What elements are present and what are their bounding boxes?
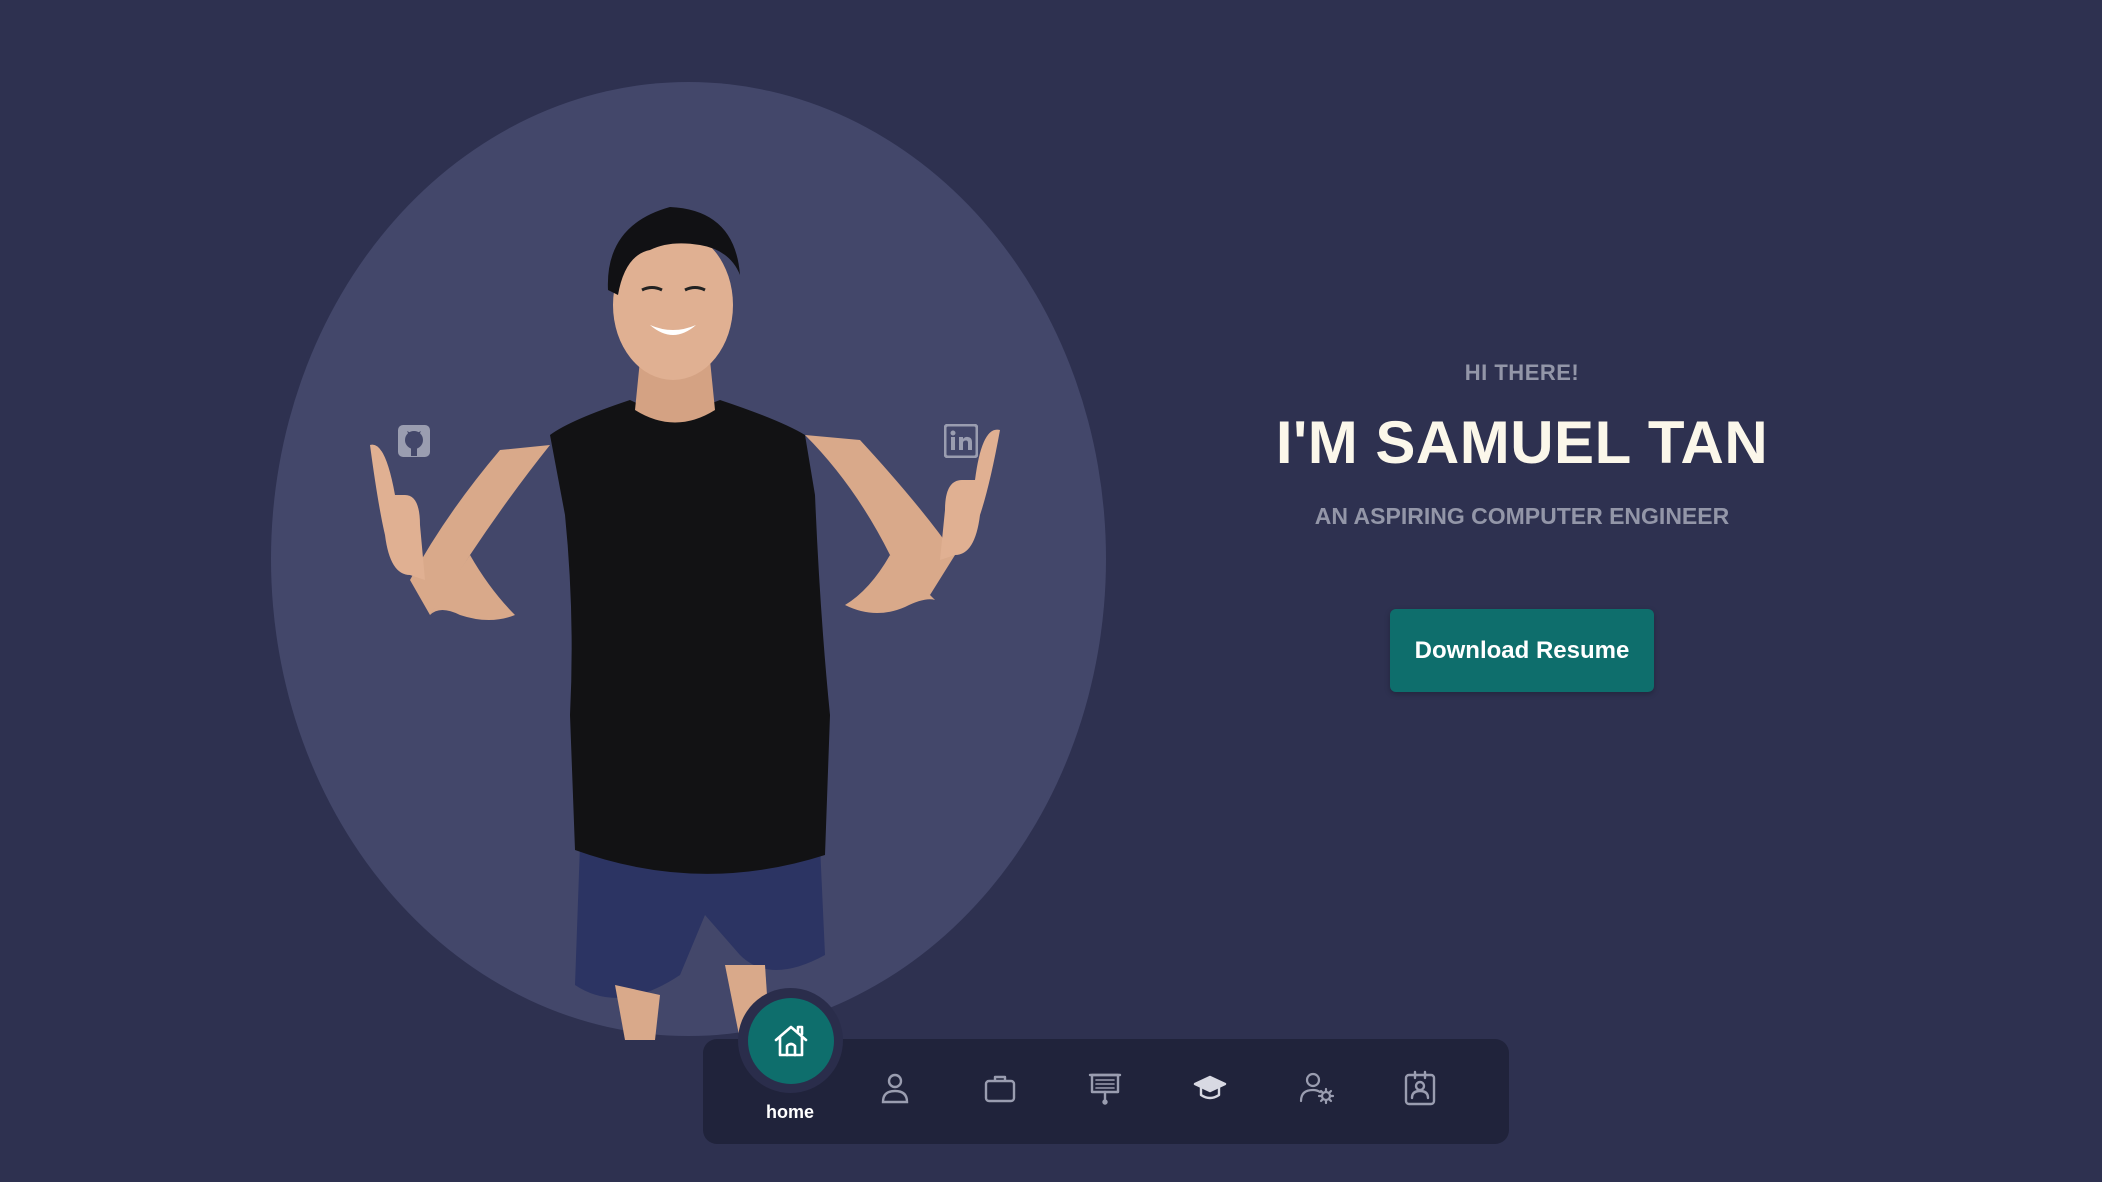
download-resume-button[interactable]: Download Resume	[1390, 609, 1654, 692]
greeting-text: HI THERE!	[1464, 360, 1580, 385]
user-icon	[881, 1073, 909, 1104]
presentation-icon	[1088, 1073, 1122, 1105]
nav-item-projects[interactable]	[1085, 1068, 1125, 1108]
nav-item-home[interactable]	[738, 988, 843, 1093]
github-link[interactable]	[396, 423, 432, 459]
nav-item-about[interactable]	[875, 1068, 915, 1108]
linkedin-link[interactable]	[943, 423, 979, 459]
portrait-image	[370, 207, 1000, 1040]
linkedin-icon	[944, 424, 978, 458]
home-icon	[774, 1025, 807, 1056]
nav-active-label: home	[765, 1102, 814, 1122]
home-page: HI THERE! I'M SAMUEL TAN AN ASPIRING COM…	[0, 0, 2102, 1182]
nav-item-experience[interactable]	[980, 1068, 1020, 1108]
nav-item-contact[interactable]	[1400, 1068, 1440, 1108]
github-icon	[398, 425, 430, 457]
briefcase-icon	[984, 1075, 1016, 1103]
nav-item-education[interactable]	[1190, 1068, 1230, 1108]
contact-card-icon	[1404, 1070, 1436, 1106]
graduation-cap-icon	[1193, 1075, 1227, 1100]
hero-name-heading: I'M SAMUEL TAN	[1275, 409, 1769, 476]
nav-home-circle	[747, 997, 834, 1084]
user-settings-icon	[1299, 1072, 1335, 1105]
nav-item-skills[interactable]	[1297, 1068, 1337, 1108]
hero-tagline: AN ASPIRING COMPUTER ENGINEER	[1314, 503, 1730, 529]
